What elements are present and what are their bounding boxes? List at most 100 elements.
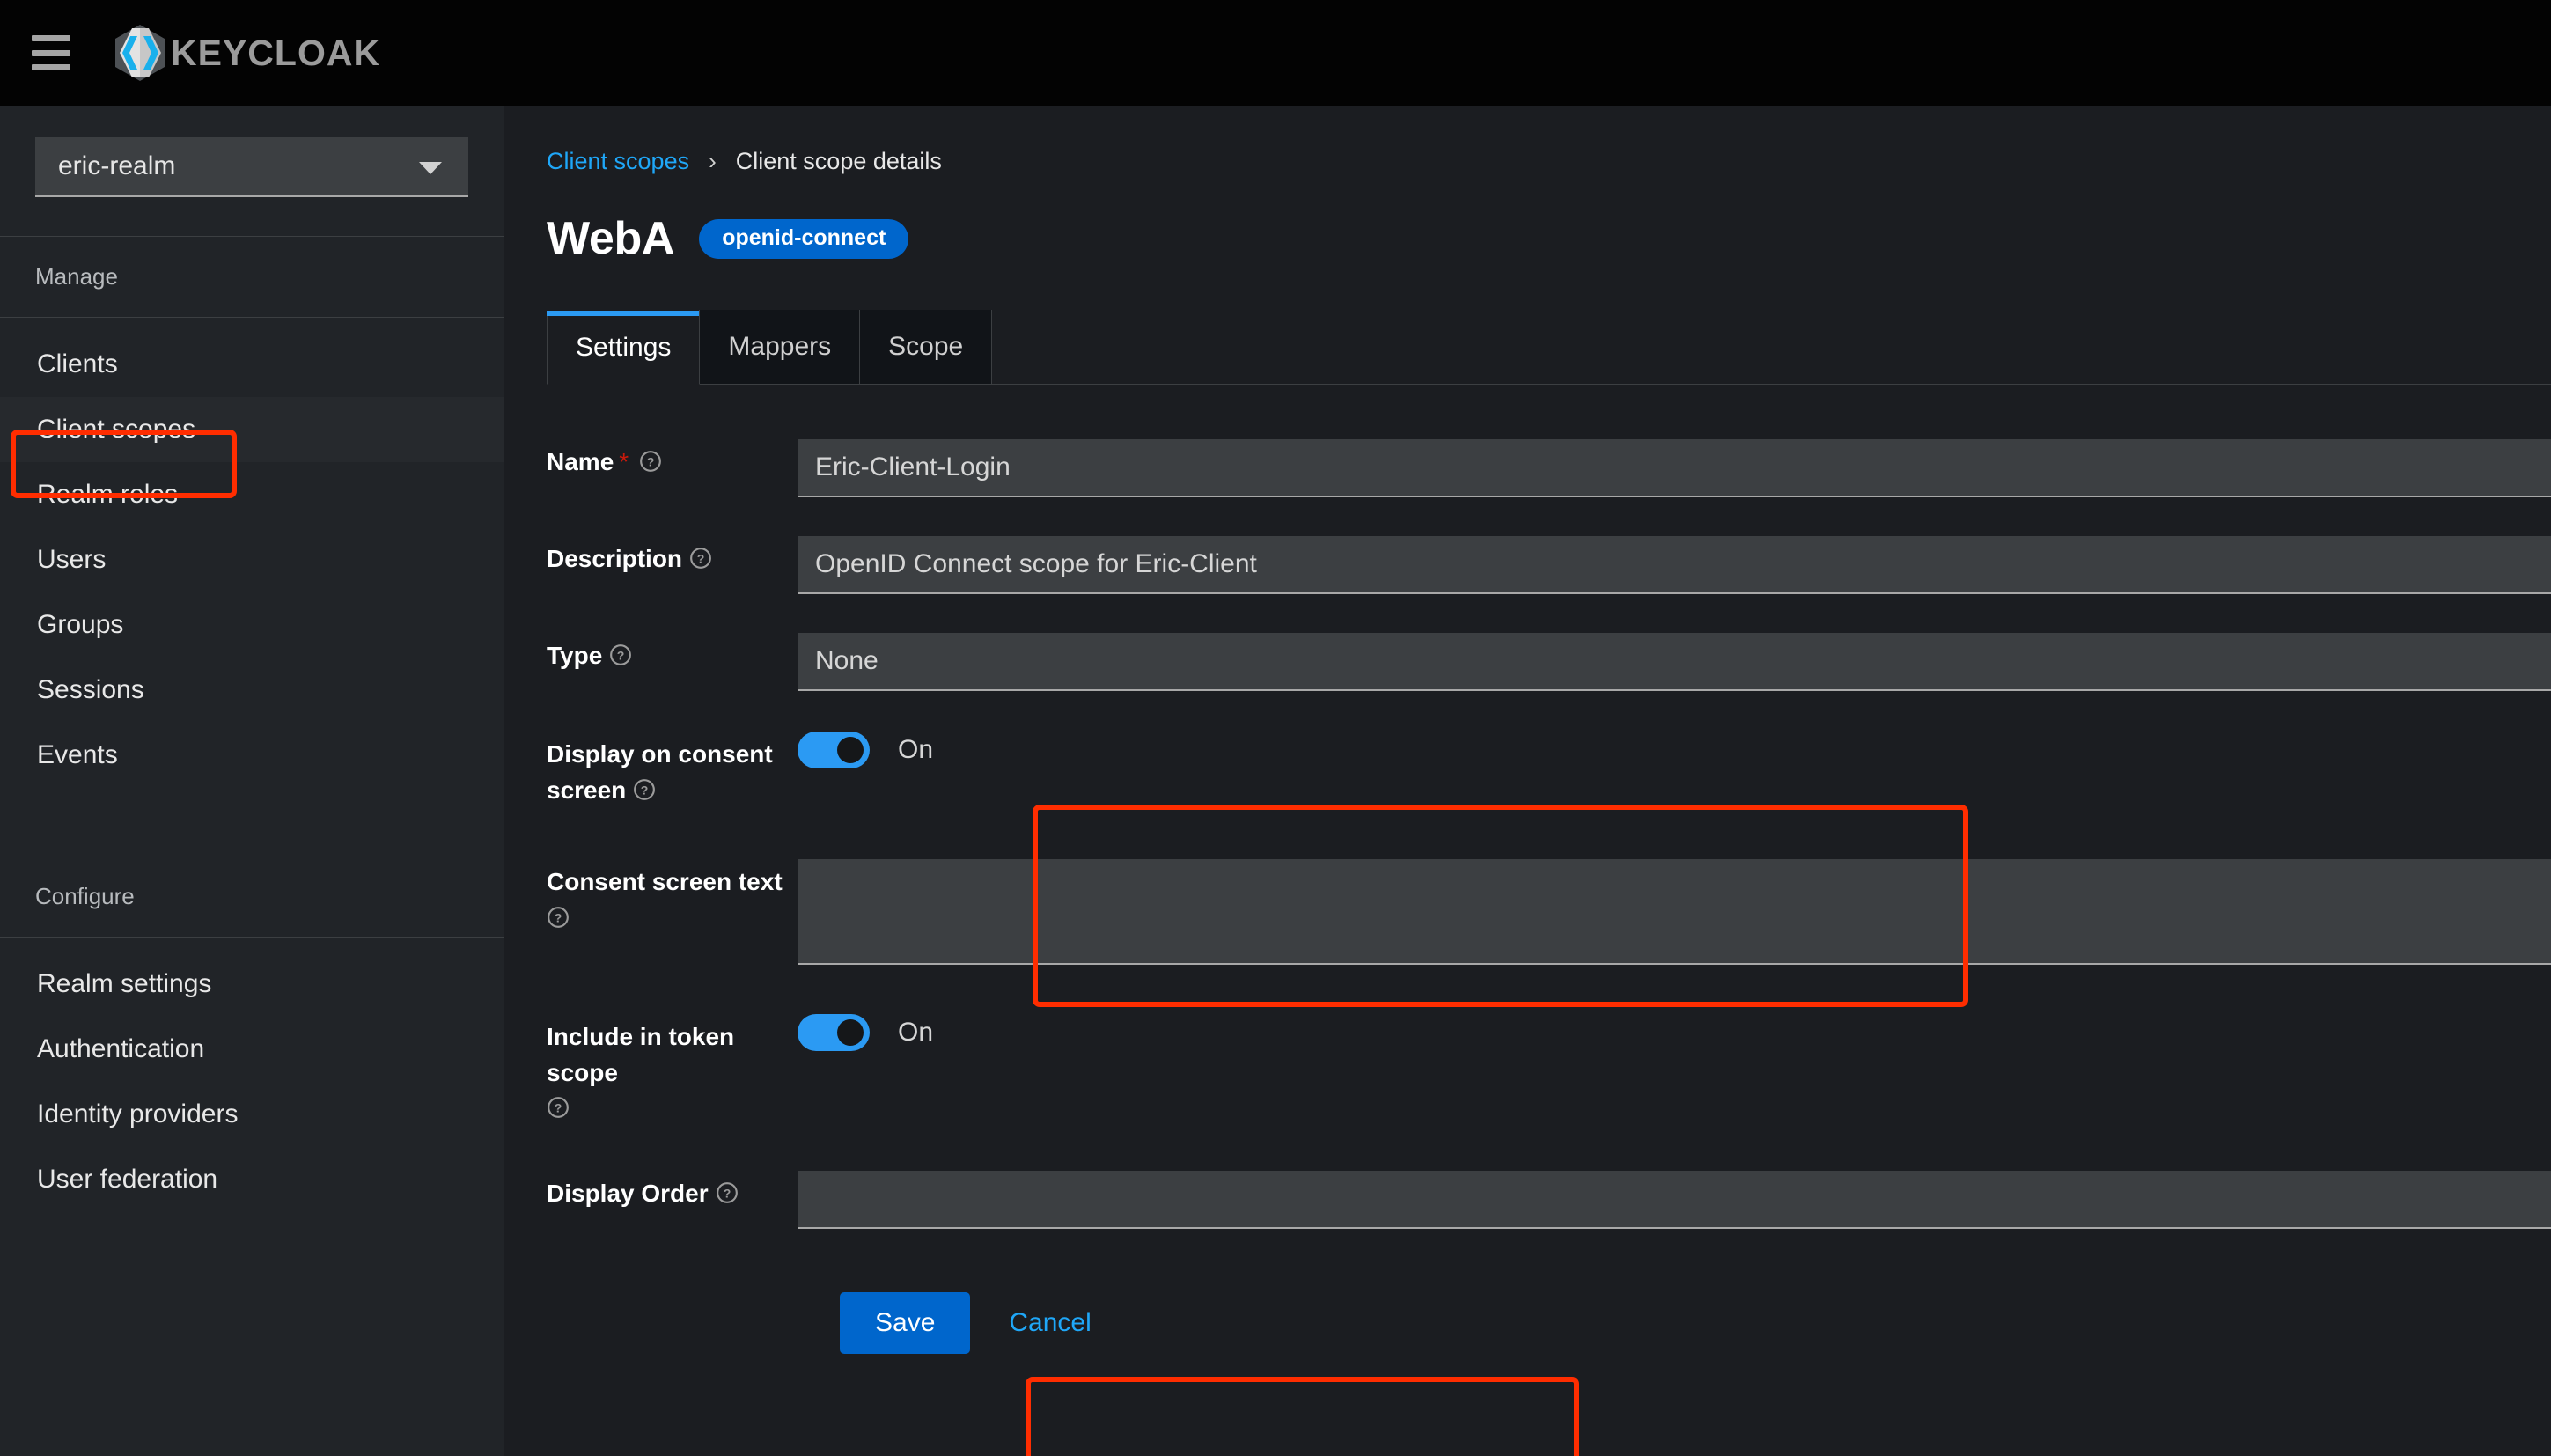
svg-text:?: ?: [641, 783, 649, 797]
main-content: Client scopes › Client scope details Web…: [504, 106, 2551, 1456]
svg-text:?: ?: [697, 551, 705, 565]
label-display-on-consent-screen-text: Display on consent screen: [547, 740, 773, 804]
sidebar-item-label: Users: [37, 545, 107, 574]
sidebar-item-label: Client scopes: [37, 415, 196, 444]
masthead: KEYCLOAK: [0, 0, 2551, 106]
svg-text:?: ?: [723, 1186, 731, 1200]
help-circle-icon[interactable]: ?: [547, 1096, 570, 1119]
breadcrumb-current: Client scope details: [735, 148, 942, 174]
description-input[interactable]: [798, 536, 2551, 594]
sidebar-item-sessions[interactable]: Sessions: [0, 658, 504, 723]
sidebar-item-realm-settings[interactable]: Realm settings: [0, 952, 504, 1017]
display-on-consent-screen-toggle[interactable]: [798, 732, 870, 768]
label-include-in-token-scope-text: Include in token scope: [547, 1023, 735, 1086]
sidebar-item-label: Events: [37, 740, 118, 769]
title-row: WebA openid-connect: [547, 212, 2551, 265]
required-marker: *: [619, 448, 629, 475]
label-include-in-token-scope: Include in token scope ?: [504, 1014, 798, 1127]
sidebar-item-label: Groups: [37, 610, 124, 639]
sidebar-item-label: Sessions: [37, 675, 144, 704]
keycloak-admin-console: KEYCLOAK eric-realm Manage Clients Clien: [0, 0, 2551, 1456]
tab-bar: Settings Mappers Scope: [547, 310, 2551, 385]
form-row-description: Description ?: [504, 536, 2551, 594]
sidebar-item-label: Realm settings: [37, 969, 212, 998]
display-on-consent-screen-state: On: [898, 735, 934, 764]
annotation-box-include-in-token-scope: [1026, 1377, 1579, 1456]
help-circle-icon[interactable]: ?: [609, 643, 632, 666]
svg-text:?: ?: [647, 454, 655, 468]
toggle-knob: [837, 1019, 864, 1047]
form-row-consent-screen-text: Consent screen text ?: [504, 859, 2551, 966]
sidebar-item-identity-providers[interactable]: Identity providers: [0, 1082, 504, 1147]
client-scope-settings-form: Name* ? Description ?: [504, 385, 2551, 1456]
cancel-button[interactable]: Cancel: [1009, 1308, 1091, 1338]
form-row-display-on-consent-screen: Display on consent screen ? On: [504, 732, 2551, 808]
body-wrapper: eric-realm Manage Clients Client scopes …: [0, 106, 2551, 1456]
sidebar-item-label: Realm roles: [37, 480, 179, 509]
control-include-in-token-scope: On: [798, 1014, 2551, 1052]
protocol-badge: openid-connect: [699, 218, 909, 259]
realm-selector[interactable]: eric-realm: [35, 137, 468, 197]
sidebar-item-label: Identity providers: [37, 1099, 239, 1129]
svg-text:?: ?: [555, 1101, 562, 1115]
tab-mappers[interactable]: Mappers: [699, 310, 861, 384]
brand-logo-link[interactable]: KEYCLOAK: [113, 24, 380, 82]
display-order-input[interactable]: [798, 1170, 2551, 1229]
sidebar-item-users[interactable]: Users: [0, 527, 504, 592]
chevron-right-icon: ›: [709, 148, 717, 174]
sidebar-item-label: Authentication: [37, 1034, 205, 1063]
tab-label: Mappers: [728, 332, 832, 361]
consent-screen-text-input[interactable]: [798, 859, 2551, 966]
nav-section-title-manage: Manage: [35, 263, 118, 290]
label-consent-screen-text-text: Consent screen text: [547, 868, 783, 896]
sidebar-item-realm-roles[interactable]: Realm roles: [0, 462, 504, 527]
include-in-token-scope-state: On: [898, 1018, 934, 1048]
help-circle-icon[interactable]: ?: [633, 778, 656, 801]
help-circle-icon[interactable]: ?: [547, 906, 570, 929]
hamburger-bar: [32, 64, 70, 70]
hamburger-bar: [32, 35, 70, 41]
include-in-token-scope-toggle[interactable]: [798, 1014, 870, 1052]
tab-scope[interactable]: Scope: [859, 310, 993, 384]
label-type-text: Type: [547, 642, 603, 669]
sidebar-item-user-federation[interactable]: User federation: [0, 1147, 504, 1212]
form-row-include-in-token-scope: Include in token scope ? On: [504, 1014, 2551, 1127]
keycloak-logo-icon: [115, 25, 165, 81]
help-circle-icon[interactable]: ?: [689, 547, 712, 570]
help-circle-icon[interactable]: ?: [639, 450, 662, 473]
breadcrumb: Client scopes › Client scope details: [547, 148, 2551, 175]
form-row-type: Type ? None: [504, 633, 2551, 691]
label-description: Description ?: [504, 536, 798, 577]
form-actions: Save Cancel: [504, 1291, 2551, 1354]
sidebar-item-authentication[interactable]: Authentication: [0, 1017, 504, 1082]
brand-text: KEYCLOAK: [171, 32, 381, 73]
tab-label: Scope: [888, 332, 964, 361]
label-display-order: Display Order ?: [504, 1171, 798, 1212]
realm-selector-value: eric-realm: [58, 151, 176, 180]
sidebar-item-clients[interactable]: Clients: [0, 332, 504, 397]
breadcrumb-link-client-scopes[interactable]: Client scopes: [547, 148, 689, 175]
realm-selector-container: eric-realm: [0, 106, 504, 236]
consent-screen-text-wrapper: [798, 859, 2551, 966]
label-name-text: Name: [547, 448, 614, 475]
sidebar-item-label: Clients: [37, 349, 118, 379]
sidebar-item-events[interactable]: Events: [0, 723, 504, 788]
name-input[interactable]: [798, 439, 2551, 497]
type-select[interactable]: None: [798, 633, 2551, 691]
label-type: Type ?: [504, 633, 798, 674]
sidebar-item-groups[interactable]: Groups: [0, 592, 504, 658]
control-name: [798, 439, 2551, 497]
tab-settings[interactable]: Settings: [547, 311, 701, 385]
sidebar-nav: eric-realm Manage Clients Client scopes …: [0, 106, 504, 1456]
nav-section-title-configure: Configure: [35, 883, 135, 909]
svg-text:?: ?: [617, 648, 625, 662]
sidebar-item-client-scopes[interactable]: Client scopes: [0, 397, 504, 462]
help-circle-icon[interactable]: ?: [716, 1181, 739, 1204]
label-name: Name * ?: [504, 439, 798, 481]
save-button[interactable]: Save: [840, 1291, 971, 1354]
tab-label: Settings: [576, 332, 672, 362]
form-row-name: Name * ?: [504, 439, 2551, 497]
control-display-on-consent-screen: On: [798, 732, 2551, 768]
hamburger-icon[interactable]: [32, 35, 70, 70]
